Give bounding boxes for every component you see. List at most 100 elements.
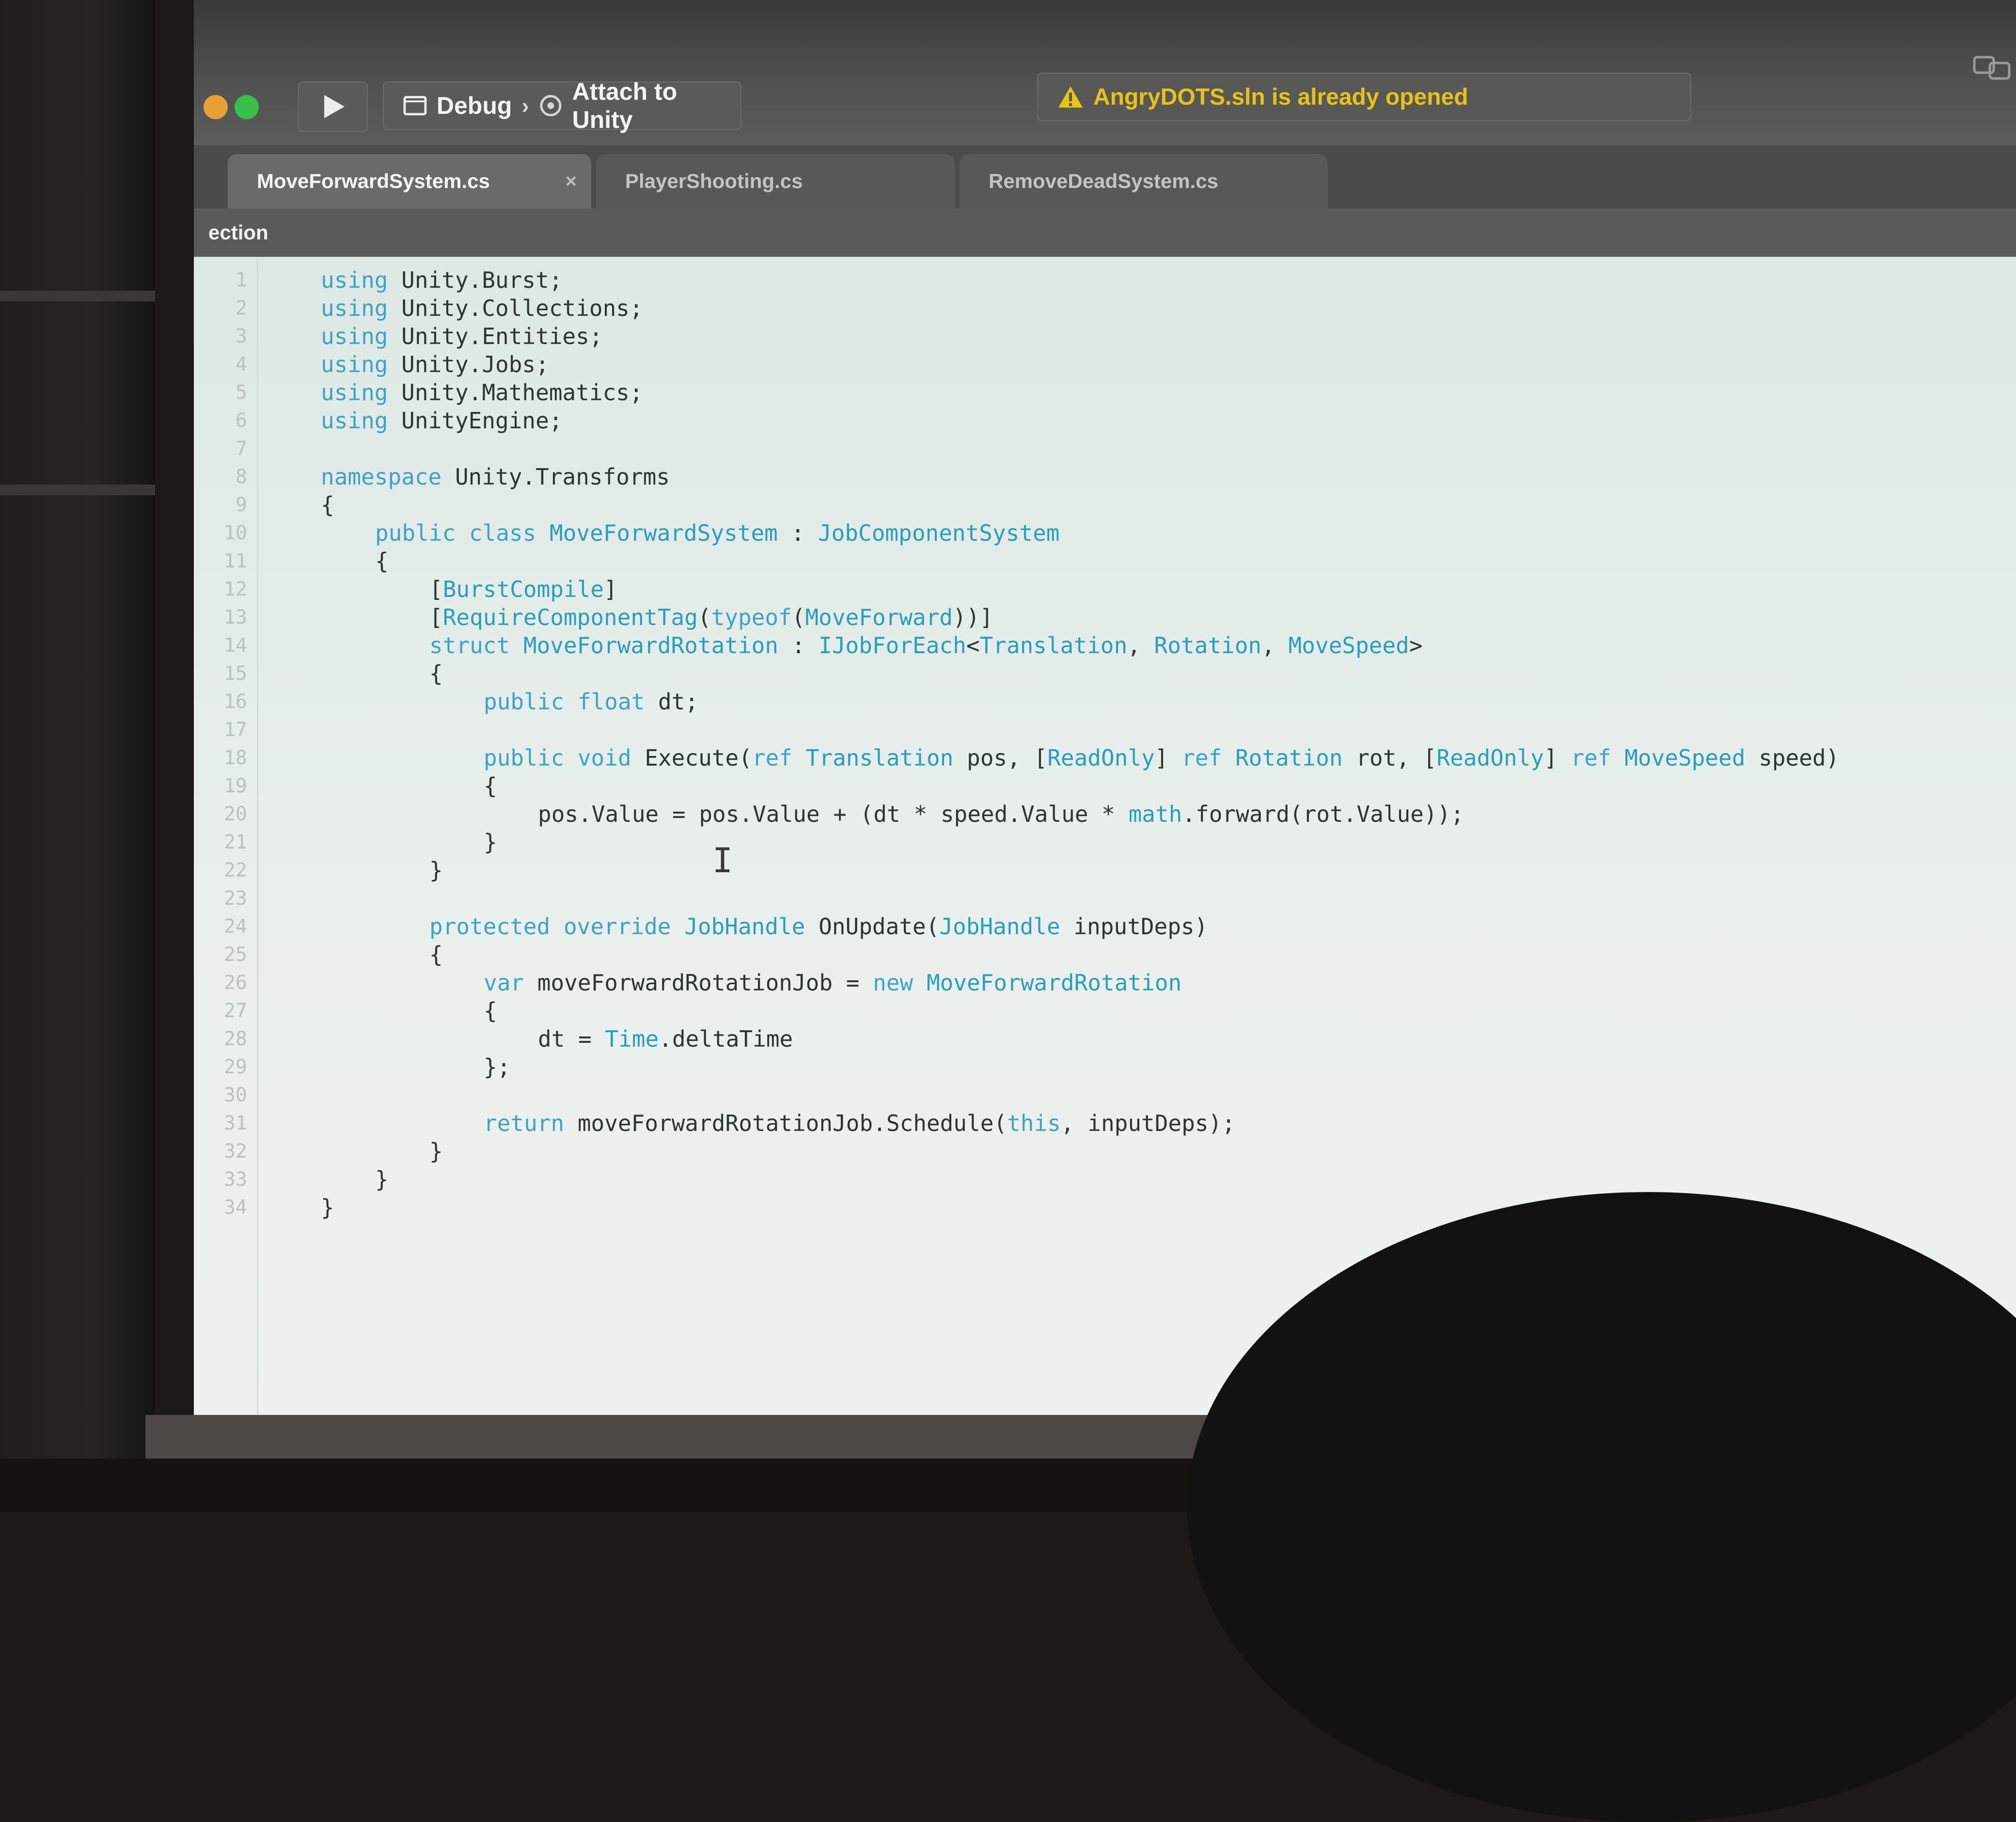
- line-code: protected override JobHandle OnUpdate(Jo…: [429, 913, 1208, 940]
- code-line[interactable]: 3 using Unity.Entities;: [194, 323, 2016, 350]
- code-token: :: [778, 632, 819, 659]
- run-configuration-selector[interactable]: Debug › Attach to Unity: [383, 78, 741, 133]
- type-token: ReadOnly: [1436, 745, 1544, 771]
- play-icon: [324, 95, 345, 118]
- code-line[interactable]: 22}: [194, 857, 2016, 884]
- code-line[interactable]: 8 namespace Unity.Transforms: [194, 463, 2016, 490]
- tab-move-forward-system[interactable]: MoveForwardSystem.cs ×: [228, 154, 591, 208]
- code-token: }: [484, 829, 497, 855]
- line-code: public float dt;: [484, 688, 698, 715]
- line-number: 20: [223, 803, 247, 825]
- code-token: moveForwardRotationJob =: [524, 970, 873, 996]
- code-token: {: [321, 492, 334, 518]
- code-line[interactable]: 29};: [194, 1053, 2016, 1081]
- keyword-token: public class: [375, 520, 536, 546]
- code-line[interactable]: 7: [194, 435, 2016, 462]
- line-number: 33: [223, 1168, 247, 1191]
- line-code: }: [429, 857, 443, 884]
- code-line[interactable]: 4 using Unity.Jobs;: [194, 351, 2016, 378]
- line-number: 31: [223, 1112, 247, 1134]
- keyword-token: using: [321, 267, 388, 293]
- target-icon: [540, 95, 562, 116]
- line-number: 18: [223, 747, 247, 769]
- code-line[interactable]: 11 {: [194, 548, 2016, 575]
- line-code: [BurstCompile]: [429, 576, 617, 603]
- jump-bar[interactable]: ection: [194, 208, 2016, 257]
- type-token: JobHandle: [939, 913, 1060, 940]
- code-line[interactable]: 10 public class MoveForwardSystem : JobCo…: [194, 519, 2016, 547]
- line-code: }: [429, 1138, 443, 1165]
- line-code: using Unity.Burst;: [321, 267, 563, 294]
- status-message: AngryDOTS.sln is already opened: [1093, 84, 1468, 110]
- tab-label: RemoveDeadSystem.cs: [989, 170, 1218, 192]
- keyword-token: public float: [484, 689, 645, 715]
- type-token: RequireComponentTag: [442, 604, 698, 630]
- code-line[interactable]: 5 using Unity.Mathematics;: [194, 379, 2016, 406]
- tab-remove-dead-system[interactable]: RemoveDeadSystem.cs: [960, 154, 1328, 208]
- keyword-token: ref: [752, 745, 792, 771]
- minimize-window-button[interactable]: [204, 95, 228, 119]
- line-code: {: [429, 660, 443, 687]
- code-token: }: [375, 1166, 389, 1193]
- code-line[interactable]: 26 var moveForwardRotationJob = new MoveF…: [194, 969, 2016, 996]
- code-token: moveForwardRotationJob.Schedule(: [564, 1110, 1008, 1136]
- type-token: MoveForwardRotation: [523, 632, 779, 659]
- code-line[interactable]: 18 public void Execute(ref Translation po…: [194, 744, 2016, 771]
- code-line[interactable]: 28 dt = Time.deltaTime: [194, 1025, 2016, 1052]
- line-number: 8: [235, 466, 247, 488]
- type-token: MoveForward: [805, 604, 953, 630]
- code-token: [: [429, 576, 443, 602]
- code-line[interactable]: 1 using Unity.Burst;: [194, 267, 2016, 294]
- keyword-token: return: [484, 1110, 565, 1136]
- run-button[interactable]: [298, 81, 368, 132]
- line-number: 27: [223, 1000, 247, 1022]
- line-code: }: [375, 1166, 389, 1193]
- keyword-token: using: [321, 295, 388, 321]
- code-line[interactable]: 20 pos.Value = pos.Value + (dt * speed.Va…: [194, 801, 2016, 828]
- code-line[interactable]: 14 struct MoveForwardRotation : IJobForEa…: [194, 632, 2016, 659]
- code-line[interactable]: 32}: [194, 1138, 2016, 1165]
- line-number: 10: [223, 522, 247, 544]
- code-token: , inputDeps);: [1060, 1110, 1235, 1136]
- zoom-window-button[interactable]: [235, 95, 259, 119]
- code-line[interactable]: 16 public float dt;: [194, 688, 2016, 715]
- line-code: public class MoveForwardSystem : JobComp…: [375, 519, 1059, 547]
- view-toggle-icon[interactable]: [1972, 53, 2011, 82]
- code-line[interactable]: 27 {: [194, 997, 2016, 1024]
- status-bar: AngryDOTS.sln is already opened: [1037, 73, 1691, 121]
- tab-player-shooting[interactable]: PlayerShooting.cs: [596, 154, 955, 208]
- code-line[interactable]: 30: [194, 1082, 2016, 1109]
- code-line[interactable]: 25 {: [194, 941, 2016, 968]
- code-line[interactable]: 2 using Unity.Collections;: [194, 295, 2016, 322]
- code-line[interactable]: 21}: [194, 829, 2016, 856]
- code-line[interactable]: 17: [194, 716, 2016, 743]
- line-code: using Unity.Mathematics;: [321, 379, 643, 406]
- code-token: (: [697, 604, 711, 630]
- line-number: 2: [235, 297, 247, 319]
- code-token: ,: [1127, 632, 1154, 659]
- line-code: using Unity.Entities;: [321, 323, 603, 350]
- code-line[interactable]: 13 [RequireComponentTag(typeof(MoveForwar…: [194, 604, 2016, 631]
- line-number: 3: [235, 325, 247, 347]
- type-token: Rotation: [1154, 632, 1262, 659]
- code-line[interactable]: 6 using UnityEngine;: [194, 407, 2016, 434]
- type-token: MoveForwardSystem: [550, 520, 778, 546]
- code-token: .forward(rot.Value));: [1182, 801, 1464, 827]
- code-line[interactable]: 12 [BurstCompile]: [194, 576, 2016, 603]
- keyword-token: public void: [484, 745, 631, 771]
- tab-label: PlayerShooting.cs: [625, 170, 803, 192]
- code-line[interactable]: 33}: [194, 1166, 2016, 1193]
- line-number: 6: [235, 409, 247, 432]
- code-line[interactable]: 19 {: [194, 772, 2016, 800]
- code-line[interactable]: 15 {: [194, 660, 2016, 687]
- code-line[interactable]: 23: [194, 885, 2016, 912]
- code-line[interactable]: 24 protected override JobHandle OnUpdate(…: [194, 913, 2016, 940]
- code-line[interactable]: 9{: [194, 491, 2016, 518]
- chevron-right-icon: ›: [521, 93, 529, 118]
- code-line[interactable]: 31 return moveForwardRotationJob.Schedule…: [194, 1110, 2016, 1137]
- close-icon[interactable]: ×: [566, 171, 577, 192]
